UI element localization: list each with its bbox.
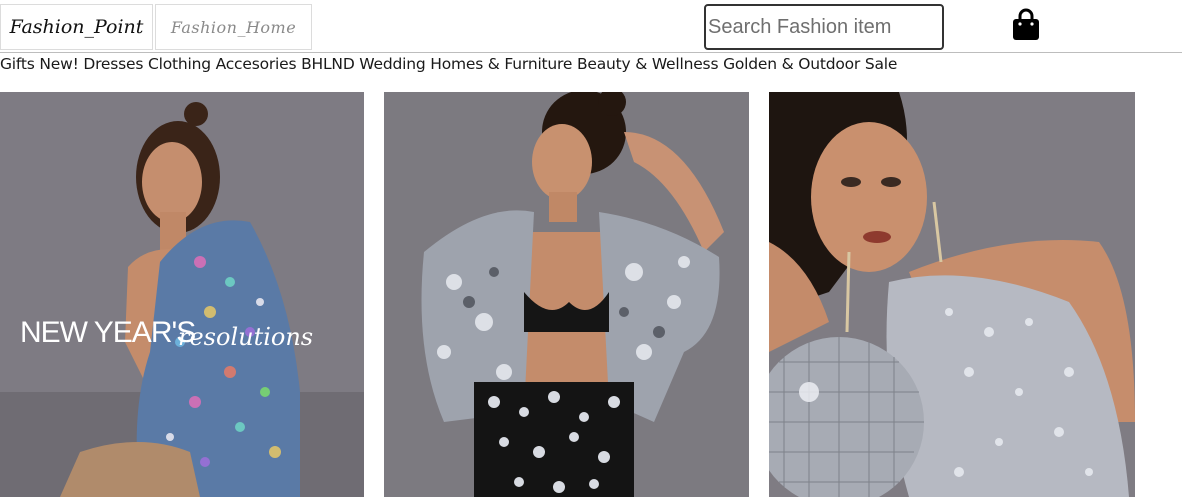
search-input[interactable] — [704, 4, 944, 50]
nav-item-accesories[interactable]: Accesories — [216, 55, 297, 73]
product-image-sequin-top[interactable] — [769, 92, 1135, 497]
product-image-sequin-dress[interactable]: NEW YEAR'S resolutions — [0, 92, 364, 497]
brand-logo-fashion-point[interactable]: Fashion_Point — [0, 4, 153, 50]
nav-item-wedding[interactable]: Wedding — [359, 55, 425, 73]
product-image-sequin-jacket[interactable] — [384, 92, 749, 497]
nav-item-dresses[interactable]: Dresses — [83, 55, 143, 73]
nav-item-new[interactable]: New! — [39, 55, 78, 73]
nav-item-bhlnd[interactable]: BHLND — [301, 55, 355, 73]
nav-item-beauty-wellness[interactable]: Beauty & Wellness — [577, 55, 719, 73]
nav-item-golden-outdoor[interactable]: Golden & Outdoor — [723, 55, 860, 73]
nav-item-homes-furniture[interactable]: Homes & Furniture — [430, 55, 572, 73]
site-header: Fashion_Point Fashion_Home — [0, 0, 1182, 53]
nav-item-sale[interactable]: Sale — [865, 55, 898, 73]
nav-item-clothing[interactable]: Clothing — [148, 55, 211, 73]
category-nav: Gifts New! Dresses Clothing Accesories B… — [0, 55, 897, 77]
brand-logo-fashion-home[interactable]: Fashion_Home — [155, 4, 312, 50]
nav-item-gifts[interactable]: Gifts — [0, 55, 35, 73]
hero-text-main: NEW YEAR'S — [20, 316, 195, 349]
shopping-bag-icon[interactable] — [1010, 8, 1042, 42]
hero-text-script: resolutions — [178, 323, 313, 351]
